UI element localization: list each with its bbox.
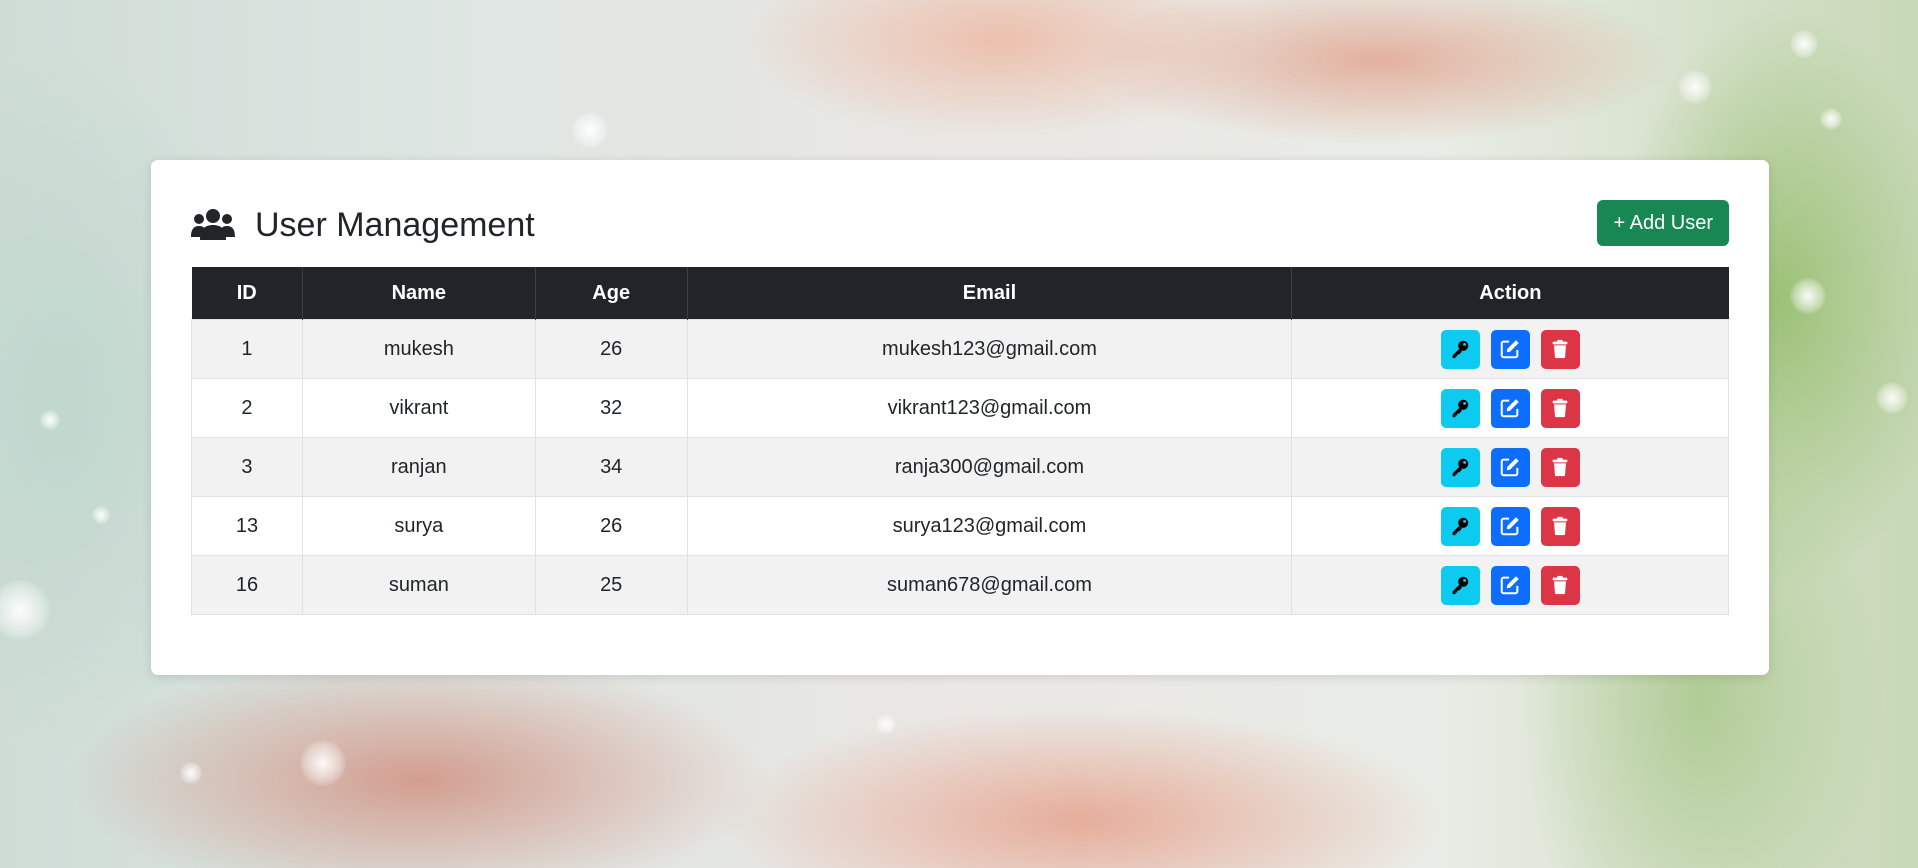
- bokeh-light: [92, 506, 110, 524]
- add-user-button[interactable]: + Add User: [1597, 200, 1729, 246]
- delete-user-button[interactable]: [1540, 329, 1580, 369]
- user-management-card: User Management + Add User ID Name Age E…: [151, 160, 1769, 675]
- delete-user-button[interactable]: [1540, 565, 1580, 605]
- cell-id: 3: [191, 437, 303, 497]
- row-actions: [1440, 565, 1580, 605]
- bokeh-light: [876, 714, 896, 734]
- table-header-row: ID Name Age Email Action: [191, 267, 1729, 320]
- cell-name: vikrant: [301, 378, 536, 438]
- change-password-button[interactable]: [1440, 329, 1480, 369]
- table-row: 3 ranjan 34 ranja300@gmail.com: [191, 437, 1729, 497]
- edit-icon: [1499, 574, 1521, 596]
- page-title: User Management: [255, 205, 535, 244]
- key-icon: [1449, 574, 1471, 596]
- cell-id: 13: [191, 496, 303, 556]
- edit-user-button[interactable]: [1490, 447, 1530, 487]
- edit-icon: [1499, 515, 1521, 537]
- cell-email: suman678@gmail.com: [686, 555, 1293, 615]
- row-actions: [1440, 388, 1580, 428]
- bokeh-light: [1876, 382, 1908, 414]
- cell-id: 1: [191, 319, 303, 379]
- row-actions: [1440, 506, 1580, 546]
- key-icon: [1449, 515, 1471, 537]
- table-row: 16 suman 25 suman678@gmail.com: [191, 555, 1729, 615]
- cell-email: vikrant123@gmail.com: [686, 378, 1293, 438]
- edit-icon: [1499, 338, 1521, 360]
- cell-actions: [1291, 319, 1729, 379]
- column-header-name[interactable]: Name: [301, 267, 536, 320]
- bokeh-light: [1790, 278, 1826, 314]
- cell-id: 2: [191, 378, 303, 438]
- change-password-button[interactable]: [1440, 447, 1480, 487]
- bokeh-light: [1820, 108, 1842, 130]
- edit-user-button[interactable]: [1490, 329, 1530, 369]
- cell-age: 25: [534, 555, 688, 615]
- edit-user-button[interactable]: [1490, 565, 1530, 605]
- edit-icon: [1499, 397, 1521, 419]
- title-group: User Management: [191, 200, 535, 250]
- column-header-email[interactable]: Email: [686, 267, 1292, 320]
- bokeh-light: [40, 410, 60, 430]
- table-row: 13 surya 26 surya123@gmail.com: [191, 496, 1729, 556]
- cell-name: suman: [301, 555, 536, 615]
- delete-user-button[interactable]: [1540, 506, 1580, 546]
- cell-actions: [1291, 496, 1729, 556]
- trash-icon: [1549, 338, 1571, 360]
- delete-user-button[interactable]: [1540, 388, 1580, 428]
- column-header-action: Action: [1291, 267, 1729, 320]
- change-password-button[interactable]: [1440, 388, 1480, 428]
- cell-name: surya: [301, 496, 536, 556]
- cell-name: ranjan: [301, 437, 536, 497]
- bokeh-light: [0, 580, 50, 640]
- bokeh-light: [1790, 30, 1818, 58]
- change-password-button[interactable]: [1440, 565, 1480, 605]
- users-icon: [191, 207, 235, 243]
- bokeh-light: [180, 762, 202, 784]
- bokeh-light: [572, 112, 608, 148]
- trash-icon: [1549, 456, 1571, 478]
- cell-actions: [1291, 437, 1729, 497]
- cell-age: 34: [534, 437, 688, 497]
- cell-age: 26: [534, 319, 688, 379]
- edit-user-button[interactable]: [1490, 506, 1530, 546]
- cell-email: ranja300@gmail.com: [686, 437, 1293, 497]
- edit-icon: [1499, 456, 1521, 478]
- users-table: ID Name Age Email Action 1 mukesh 26 muk…: [191, 267, 1729, 615]
- key-icon: [1449, 397, 1471, 419]
- cell-age: 32: [534, 378, 688, 438]
- table-row: 2 vikrant 32 vikrant123@gmail.com: [191, 378, 1729, 438]
- trash-icon: [1549, 397, 1571, 419]
- key-icon: [1449, 456, 1471, 478]
- cell-age: 26: [534, 496, 688, 556]
- trash-icon: [1549, 515, 1571, 537]
- cell-email: surya123@gmail.com: [686, 496, 1293, 556]
- column-header-id[interactable]: ID: [191, 267, 303, 320]
- row-actions: [1440, 329, 1580, 369]
- trash-icon: [1549, 574, 1571, 596]
- bokeh-light: [1678, 70, 1712, 104]
- cell-name: mukesh: [301, 319, 536, 379]
- cell-actions: [1291, 555, 1729, 615]
- key-icon: [1449, 338, 1471, 360]
- bokeh-light: [300, 740, 346, 786]
- delete-user-button[interactable]: [1540, 447, 1580, 487]
- edit-user-button[interactable]: [1490, 388, 1530, 428]
- column-header-age[interactable]: Age: [534, 267, 688, 320]
- cell-actions: [1291, 378, 1729, 438]
- cell-id: 16: [191, 555, 303, 615]
- table-row: 1 mukesh 26 mukesh123@gmail.com: [191, 319, 1729, 379]
- cell-email: mukesh123@gmail.com: [686, 319, 1293, 379]
- card-header: User Management + Add User: [191, 200, 1729, 250]
- row-actions: [1440, 447, 1580, 487]
- change-password-button[interactable]: [1440, 506, 1480, 546]
